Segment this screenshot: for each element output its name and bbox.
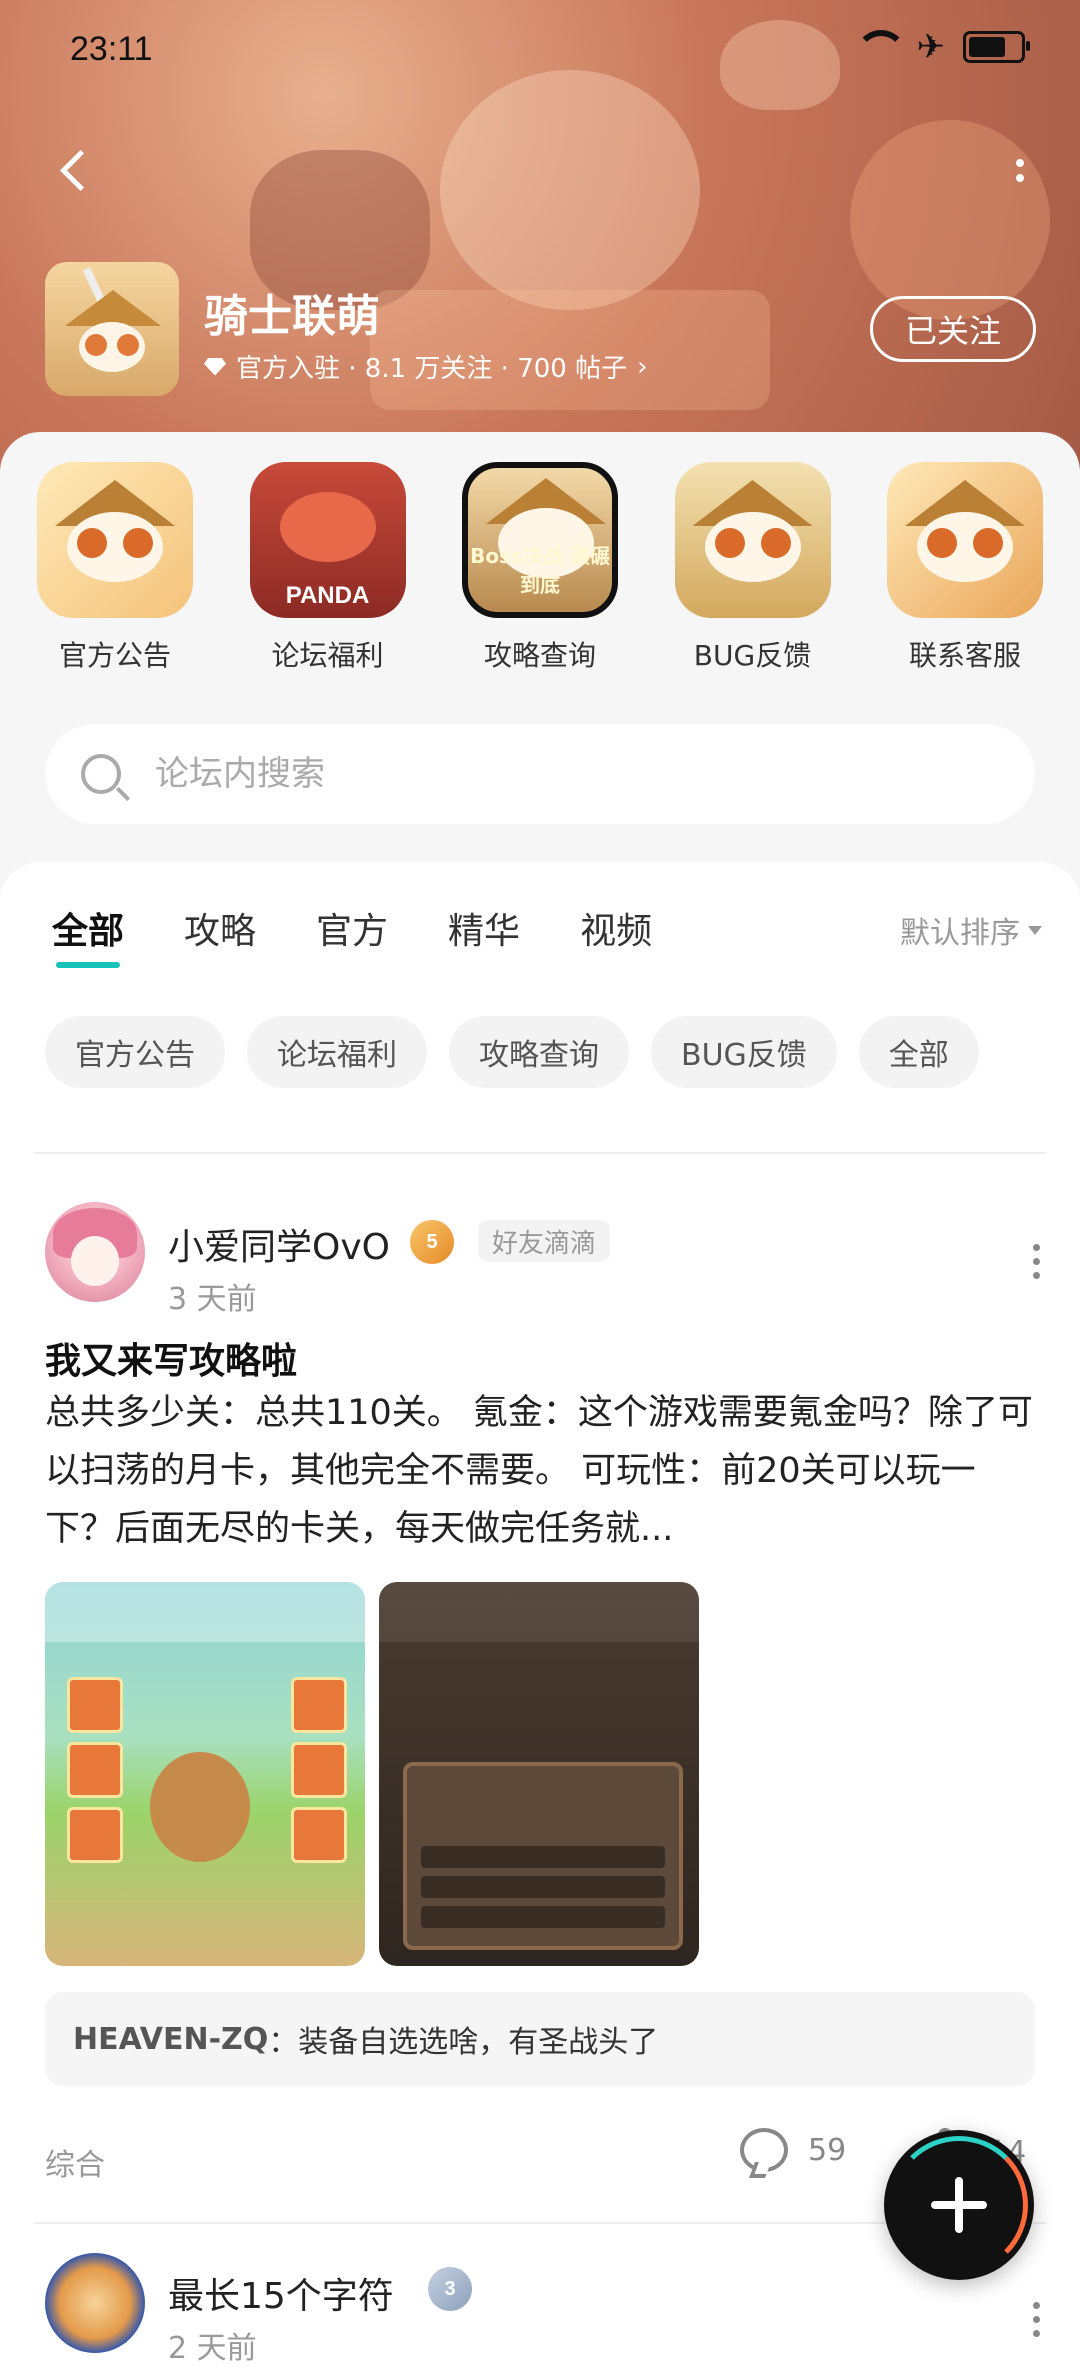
post-feed: 全部 攻略 官方 精华 视频 默认排序 官方公告 论坛福利 攻略查询 BUG反馈… bbox=[0, 862, 1080, 2366]
level-badge: 5 bbox=[410, 1220, 454, 1264]
shortcut-label: 联系客服 bbox=[908, 639, 1021, 672]
shortcut-forum-benefits[interactable]: PANDA 论坛福利 bbox=[243, 462, 413, 674]
post-category: 综合 bbox=[45, 2148, 105, 2183]
tab-guides[interactable]: 攻略 bbox=[184, 902, 256, 968]
panda-art-text: PANDA bbox=[285, 582, 370, 609]
comment-icon bbox=[740, 2128, 788, 2172]
caret-down-icon bbox=[1028, 925, 1042, 935]
post-image[interactable] bbox=[379, 1582, 699, 1966]
chip-forum-benefits[interactable]: 论坛福利 bbox=[247, 1016, 427, 1088]
sort-dropdown[interactable]: 默认排序 bbox=[900, 908, 1042, 952]
divider bbox=[34, 1152, 1046, 1154]
tab-video[interactable]: 视频 bbox=[580, 902, 652, 968]
shortcut-official-announcement[interactable]: 官方公告 bbox=[30, 462, 200, 674]
friend-tag: 好友滴滴 bbox=[478, 1220, 611, 1262]
tab-all[interactable]: 全部 bbox=[52, 902, 124, 968]
status-time: 23:11 bbox=[70, 30, 153, 68]
airplane-mode-icon: ✈ bbox=[916, 27, 946, 67]
customer-service-icon bbox=[887, 462, 1043, 618]
forum-meta[interactable]: 官方入驻 · 8.1 万关注 · 700 帖子 › bbox=[204, 348, 648, 385]
forum-meta-text: 官方入驻 · 8.1 万关注 · 700 帖子 bbox=[236, 354, 628, 384]
chevron-left-icon bbox=[59, 149, 101, 191]
post-more-button[interactable] bbox=[1033, 2302, 1040, 2337]
status-bar: 23:11 ✈ bbox=[0, 0, 1080, 100]
tab-featured[interactable]: 精华 bbox=[448, 902, 520, 968]
shortcut-guide-search[interactable]: Boss决战 碾碾到底 攻略查询 bbox=[455, 462, 625, 674]
post-footer: 综合 59 14 bbox=[45, 2128, 1035, 2188]
comment-button[interactable]: 59 bbox=[740, 2128, 846, 2172]
post-body[interactable]: 总共多少关：总共110关。 氪金：这个游戏需要氪金吗？除了可以扫荡的月卡，其他完… bbox=[45, 1384, 1035, 1558]
official-announcement-icon bbox=[37, 462, 193, 618]
post-more-button[interactable] bbox=[1033, 1244, 1040, 1279]
comment-text: ：装备自选选啥，有圣战头了 bbox=[268, 2025, 659, 2060]
post-images bbox=[45, 1582, 699, 1966]
plus-icon bbox=[931, 2177, 987, 2233]
sort-label: 默认排序 bbox=[900, 916, 1020, 951]
post-title[interactable]: 我又来写攻略啦 bbox=[45, 1332, 297, 1384]
category-tabs: 全部 攻略 官方 精华 视频 bbox=[52, 902, 652, 968]
forum-search-bar[interactable] bbox=[45, 724, 1035, 824]
shortcut-label: 攻略查询 bbox=[483, 639, 596, 672]
post-image[interactable] bbox=[45, 1582, 365, 1966]
wifi-icon bbox=[855, 30, 899, 64]
forum-benefits-icon: PANDA bbox=[249, 462, 406, 618]
search-icon bbox=[81, 754, 121, 794]
status-icons: ✈ bbox=[855, 27, 1030, 67]
chip-bug-feedback[interactable]: BUG反馈 bbox=[651, 1016, 837, 1088]
comment-count: 59 bbox=[808, 2132, 847, 2168]
back-button[interactable] bbox=[45, 140, 105, 200]
shortcut-customer-service[interactable]: 联系客服 bbox=[880, 462, 1050, 674]
post-author[interactable]: 小爱同学OvO bbox=[168, 1218, 390, 1270]
boss-art-text: Boss决战 碾碾到底 bbox=[470, 544, 610, 597]
forum-avatar bbox=[45, 262, 179, 396]
comment-preview[interactable]: HEAVEN-ZQ ：装备自选选啥，有圣战头了 bbox=[45, 1992, 1035, 2086]
chip-guide-search[interactable]: 攻略查询 bbox=[449, 1016, 629, 1088]
battery-icon bbox=[963, 31, 1030, 63]
avatar[interactable] bbox=[45, 2253, 145, 2353]
shortcut-label: BUG反馈 bbox=[693, 639, 812, 672]
more-options-button[interactable] bbox=[1000, 140, 1040, 200]
shortcut-label: 论坛福利 bbox=[271, 639, 384, 672]
filter-chips: 官方公告 论坛福利 攻略查询 BUG反馈 全部 bbox=[45, 1016, 979, 1088]
post-author[interactable]: 最长15个字符 bbox=[168, 2267, 394, 2319]
follow-button[interactable]: 已关注 bbox=[870, 296, 1036, 362]
guide-search-icon: Boss决战 碾碾到底 bbox=[462, 462, 618, 618]
comment-user: HEAVEN-ZQ bbox=[73, 2021, 269, 2057]
create-post-button[interactable] bbox=[884, 2130, 1034, 2280]
chip-official-announcement[interactable]: 官方公告 bbox=[45, 1016, 225, 1088]
post-time: 3 天前 bbox=[168, 1282, 257, 1317]
avatar[interactable] bbox=[45, 1202, 145, 1302]
level-badge: 3 bbox=[428, 2267, 472, 2311]
post-time: 2 天前 bbox=[168, 2331, 257, 2366]
forum-title: 骑士联萌 bbox=[204, 291, 380, 342]
search-input[interactable] bbox=[153, 753, 957, 795]
bug-feedback-icon bbox=[674, 462, 831, 618]
shortcut-bug-feedback[interactable]: BUG反馈 bbox=[668, 462, 838, 674]
chevron-right-icon: › bbox=[637, 351, 648, 382]
tab-official[interactable]: 官方 bbox=[316, 902, 388, 968]
diamond-icon bbox=[204, 357, 226, 376]
shortcut-label: 官方公告 bbox=[58, 639, 171, 672]
shortcut-row: 官方公告 PANDA 论坛福利 Boss决战 碾碾到底 攻略查询 BUG反馈 联… bbox=[0, 462, 1080, 674]
forum-content: 官方公告 PANDA 论坛福利 Boss决战 碾碾到底 攻略查询 BUG反馈 联… bbox=[0, 432, 1080, 2366]
banner-character-art bbox=[440, 70, 700, 310]
chip-all[interactable]: 全部 bbox=[858, 1016, 979, 1088]
